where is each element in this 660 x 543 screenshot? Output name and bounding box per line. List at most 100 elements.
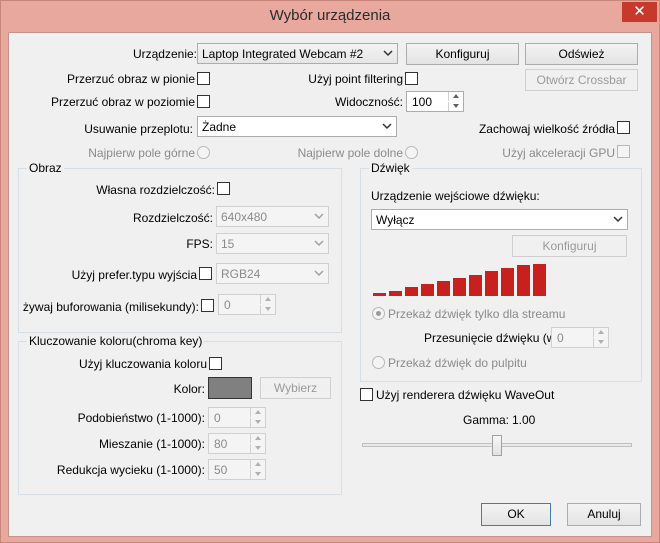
audio-offset-label: Przesunięcie dźwięku (w [424, 331, 556, 345]
device-select[interactable]: Laptop Integrated Webcam #2 [197, 43, 398, 64]
device-value: Laptop Integrated Webcam #2 [202, 47, 364, 61]
spin-down-icon[interactable] [250, 470, 265, 479]
gpu-accel-checkbox[interactable] [617, 145, 630, 158]
spin-down-icon[interactable] [250, 444, 265, 453]
similarity-value: 0 [214, 411, 221, 425]
point-filtering-label: Użyj point filtering [308, 72, 403, 86]
custom-res-label: Własna rozdzielczość: [96, 183, 215, 197]
select-color-button[interactable]: Wybierz [260, 377, 331, 399]
custom-res-checkbox[interactable] [217, 182, 230, 195]
spin-up-icon[interactable] [448, 92, 463, 101]
meter-bar [453, 278, 466, 296]
deinterlace-label: Usuwanie przeplotu: [84, 122, 193, 136]
color-swatch[interactable] [208, 377, 252, 399]
spin-down-icon[interactable] [448, 102, 463, 111]
visibility-value: 100 [412, 95, 433, 109]
audio-level-meter [373, 264, 553, 296]
fps-select[interactable]: 15 [216, 233, 329, 254]
color-label: Kolor: [173, 382, 205, 396]
pref-type-select[interactable]: RGB24 [216, 263, 329, 284]
flip-horizontal-label: Przerzuć obraz w poziomie [50, 95, 195, 109]
resolution-label: Rozdzielczość: [132, 211, 213, 225]
meter-bar [501, 268, 514, 296]
meter-bar [533, 264, 546, 296]
waveout-checkbox[interactable] [360, 388, 373, 401]
stream-only-radio[interactable] [372, 307, 385, 320]
spin-up-icon[interactable] [260, 295, 275, 304]
similarity-spinner[interactable]: 0 [208, 407, 266, 428]
blend-label: Mieszanie (1-1000): [98, 437, 205, 451]
meter-bar [373, 293, 386, 296]
input-device-label: Urządzenie wejściowe dźwięku: [371, 189, 540, 203]
open-crossbar-button[interactable]: Otwórz Crossbar [525, 69, 638, 91]
use-chroma-checkbox[interactable] [209, 357, 222, 370]
flip-vertical-checkbox[interactable] [197, 72, 210, 85]
meter-bar [421, 284, 434, 296]
visibility-spinner[interactable]: 100 [406, 91, 464, 112]
buffering-spinner[interactable]: 0 [218, 294, 276, 315]
deinterlace-select[interactable]: Żadne [197, 116, 397, 137]
chroma-key-group: Kluczowanie koloru(chroma key) Użyj kluc… [18, 334, 342, 495]
spin-down-icon[interactable] [260, 305, 275, 314]
fps-value: 15 [221, 237, 235, 251]
pref-type-label: Użyj prefer.typu wyjścia [71, 268, 197, 282]
refresh-button[interactable]: Odśwież [525, 43, 638, 65]
meter-bar [517, 265, 530, 296]
gamma-value: 1.00 [512, 413, 536, 427]
meter-bar [405, 287, 418, 296]
pref-type-checkbox[interactable] [199, 267, 212, 280]
image-group: Obraz Własna rozdzielczość: Rozdzielczoś… [18, 161, 342, 333]
use-chroma-label: Użyj kluczowania koloru [78, 357, 207, 371]
keep-source-size-label: Zachowaj wielkość źródła [478, 122, 615, 136]
spin-up-icon[interactable] [593, 328, 608, 337]
pref-type-value: RGB24 [221, 267, 261, 281]
chevron-down-icon [314, 240, 324, 247]
flip-horizontal-checkbox[interactable] [197, 95, 210, 108]
spin-down-icon[interactable] [250, 418, 265, 427]
device-label: Urządzenie: [132, 47, 197, 61]
to-desktop-label: Przekaż dźwięk do pulpitu [388, 356, 527, 370]
keep-source-size-checkbox[interactable] [617, 121, 630, 134]
chroma-group-title: Kluczowanie koloru(chroma key) [27, 334, 205, 348]
spin-up-icon[interactable] [250, 460, 265, 469]
chevron-down-icon [314, 270, 324, 277]
dialog-client: Urządzenie: Laptop Integrated Webcam #2 … [8, 32, 652, 537]
to-desktop-radio[interactable] [372, 356, 385, 369]
cancel-button[interactable]: Anuluj [567, 503, 641, 526]
buffering-value: 0 [224, 298, 231, 312]
point-filtering-checkbox[interactable] [405, 72, 418, 85]
visibility-label: Widoczność: [334, 95, 403, 109]
meter-bar [469, 275, 482, 296]
blend-spinner[interactable]: 80 [208, 433, 266, 454]
gamma-label: Gamma: [463, 413, 510, 427]
buffering-checkbox[interactable] [201, 299, 214, 312]
buffering-label: żywaj buforowania (milisekundy): [22, 300, 199, 314]
spin-up-icon[interactable] [250, 434, 265, 443]
window-title: Wybór urządzenia [269, 7, 391, 24]
spill-spinner[interactable]: 50 [208, 459, 266, 480]
sound-group-title: Dźwięk [369, 161, 412, 175]
close-button[interactable]: ✕ [622, 2, 657, 22]
title-bar[interactable]: Wybór urządzenia ✕ [1, 1, 659, 32]
resolution-value: 640x480 [221, 210, 268, 224]
bottom-field-first-radio[interactable] [405, 146, 418, 159]
deinterlace-value: Żadne [202, 120, 237, 134]
device-configure-button[interactable]: Konfiguruj [406, 43, 519, 65]
blend-value: 80 [214, 437, 228, 451]
top-field-first-radio[interactable] [197, 146, 210, 159]
audio-offset-spinner[interactable]: 0 [551, 327, 609, 348]
gamma-slider-thumb[interactable] [492, 435, 502, 456]
meter-bar [485, 271, 498, 296]
input-device-select[interactable]: Wyłącz [371, 209, 628, 230]
meter-bar [437, 281, 450, 296]
spin-down-icon[interactable] [593, 338, 608, 347]
resolution-select[interactable]: 640x480 [216, 206, 329, 227]
image-group-title: Obraz [27, 161, 64, 175]
sound-group: Dźwięk Urządzenie wejściowe dźwięku: Wył… [360, 161, 642, 382]
sound-configure-button[interactable]: Konfiguruj [512, 235, 627, 257]
spill-value: 50 [214, 463, 228, 477]
chevron-down-icon [382, 123, 392, 130]
ok-button[interactable]: OK [481, 503, 551, 526]
spin-up-icon[interactable] [250, 408, 265, 417]
dialog-window: Wybór urządzenia ✕ Urządzenie: Laptop In… [0, 0, 660, 543]
